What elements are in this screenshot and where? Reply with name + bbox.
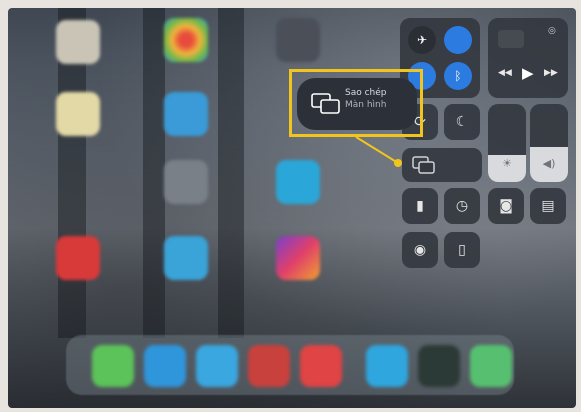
brightness-slider[interactable]: ☀: [488, 104, 526, 182]
app-icon[interactable]: [56, 236, 100, 280]
brightness-icon: ☀: [502, 157, 512, 170]
flashlight-icon[interactable]: ▮: [402, 188, 438, 224]
callout-subtitle: Màn hình: [345, 100, 387, 110]
record-icon[interactable]: ◉: [402, 232, 438, 268]
app-icon[interactable]: [276, 18, 320, 62]
app-icon[interactable]: [56, 20, 100, 64]
airplane-icon[interactable]: ✈: [408, 26, 436, 54]
remote-icon[interactable]: ▯: [444, 232, 480, 268]
screen-mirroring-icon: [311, 93, 340, 114]
next-icon[interactable]: ▶▶: [544, 68, 558, 78]
previous-icon[interactable]: ◀◀: [498, 68, 512, 78]
screen: ✈ ᛒ ◎ ◀◀ ▶ ▶▶ ⟳ ☾ ☀ ◀) ▮ ◷ ◙ ▤ ◉ ▯ Sao c…: [0, 0, 581, 412]
app-icon[interactable]: [366, 345, 408, 387]
cellular-icon[interactable]: [444, 26, 472, 54]
do-not-disturb-moon-icon[interactable]: ☾: [444, 104, 480, 140]
app-icon[interactable]: [418, 345, 460, 387]
screen-mirroring-icon: [412, 156, 435, 174]
app-icon[interactable]: [248, 345, 290, 387]
callout-title: Sao chép: [345, 88, 387, 98]
facetime-app-icon[interactable]: [470, 345, 512, 387]
bluetooth-icon[interactable]: ᛒ: [444, 62, 472, 90]
safari-app-icon[interactable]: [144, 345, 186, 387]
note-icon[interactable]: ▤: [530, 188, 566, 224]
twitter-app-icon[interactable]: [164, 236, 208, 280]
control-center: ✈ ᛒ ◎ ◀◀ ▶ ▶▶ ⟳ ☾ ☀ ◀) ▮ ◷ ◙ ▤ ◉ ▯: [396, 16, 572, 276]
app-icon[interactable]: [164, 160, 208, 204]
mail-app-icon[interactable]: [196, 345, 238, 387]
wallpaper-stripe: [143, 8, 165, 338]
volume-slider[interactable]: ◀): [530, 104, 568, 182]
screen-mirroring-tile[interactable]: [402, 148, 482, 182]
app-icon[interactable]: [276, 160, 320, 204]
app-icon[interactable]: [300, 345, 342, 387]
messages-app-icon[interactable]: [92, 345, 134, 387]
album-art: [498, 30, 524, 48]
camera-icon[interactable]: ◙: [488, 188, 524, 224]
timer-icon[interactable]: ◷: [444, 188, 480, 224]
photos-app-icon[interactable]: [164, 18, 208, 62]
app-store-icon[interactable]: [164, 92, 208, 136]
wallpaper-stripe: [218, 8, 244, 338]
screen-mirroring-callout: Sao chép Màn hình: [297, 78, 417, 130]
instagram-app-icon[interactable]: [276, 236, 320, 280]
now-playing-module: ◎ ◀◀ ▶ ▶▶: [488, 18, 568, 98]
notes-app-icon[interactable]: [56, 92, 100, 136]
speaker-icon: ◀): [542, 157, 556, 170]
play-icon[interactable]: ▶: [522, 64, 534, 82]
airplay-icon[interactable]: ◎: [548, 26, 560, 38]
